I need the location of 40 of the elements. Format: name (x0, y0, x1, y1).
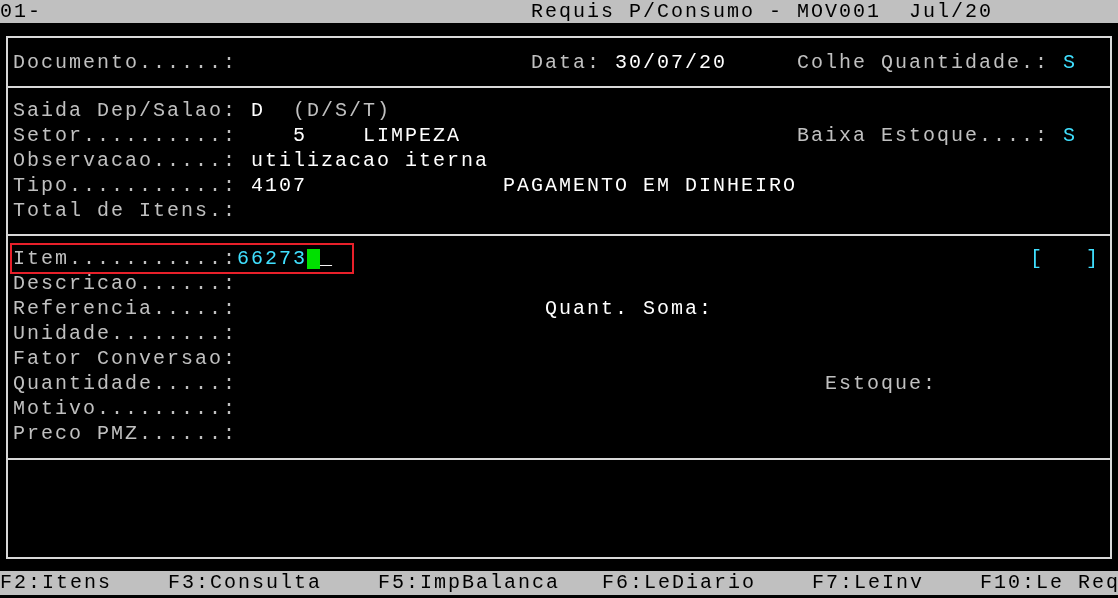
field-label: Quantidade.....: (13, 371, 239, 396)
screen-period: Jul/20 (909, 0, 994, 23)
field-label: Tipo...........: (13, 173, 239, 198)
field-label: Data: (531, 49, 602, 75)
field-label: Descricao......: (13, 271, 238, 296)
function-key[interactable]: F5:ImpBalanca (378, 571, 561, 595)
field-label: Saida Dep/Salao: (13, 98, 239, 123)
function-key[interactable]: F10:Le Req (980, 571, 1118, 595)
field-label: Referencia.....: (13, 296, 239, 321)
field-label: Motivo.........: (13, 396, 238, 421)
field-label: Setor..........: (13, 123, 239, 148)
function-key[interactable]: F2:Itens (0, 571, 112, 595)
terminal-id: 01- (0, 0, 42, 23)
field-hint: (D/S/T) (293, 98, 391, 123)
field-value: utilizacao iterna (251, 148, 490, 173)
screen-title: Requis P/Consumo - MOV001 (531, 0, 882, 23)
field-label: Colhe Quantidade.: (797, 49, 1051, 75)
field-value: D (251, 98, 266, 123)
function-key[interactable]: F3:Consulta (168, 571, 323, 595)
field-value: S (1063, 49, 1077, 75)
field-label: Baixa Estoque....: (797, 123, 1051, 148)
type-name: PAGAMENTO EM DINHEIRO (503, 173, 798, 198)
bracket: [ (1030, 246, 1045, 271)
field-label: Total de Itens.: (13, 198, 238, 223)
bracket: ] (1086, 246, 1100, 271)
field-label: Documento......: (13, 49, 239, 75)
field-label: Quant. Soma: (545, 296, 714, 321)
sector-name: LIMPEZA (363, 123, 462, 148)
function-key[interactable]: F7:LeInv (812, 571, 924, 595)
item-field[interactable]: Item...........:66273 _ (10, 243, 355, 274)
field-value: 4107 (251, 173, 308, 198)
date-value: 30/07/20 (615, 49, 728, 75)
field-label: Fator Conversao: (13, 346, 238, 371)
field-label: Estoque: (825, 371, 937, 396)
field-label: Observacao.....: (13, 148, 239, 173)
field-value: 5 (293, 123, 307, 148)
field-label: Unidade........: (13, 321, 238, 346)
function-key[interactable]: F6:LeDiario (602, 571, 757, 595)
field-value: S (1063, 123, 1077, 148)
field-label: Preco PMZ......: (13, 421, 238, 446)
